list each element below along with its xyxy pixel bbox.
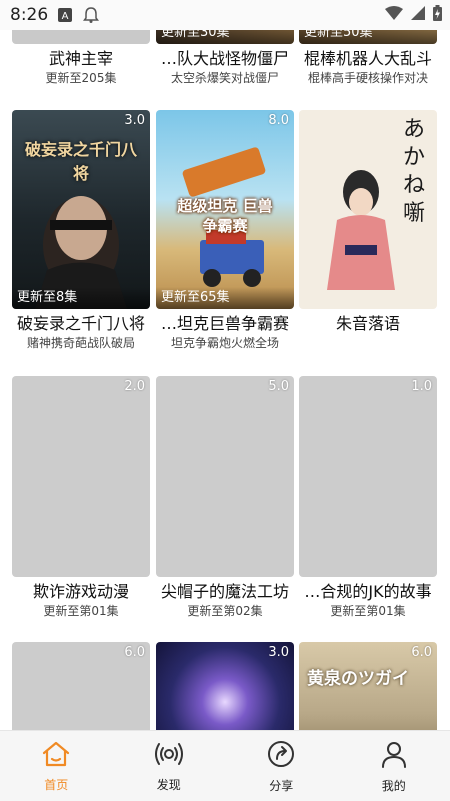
poster-placeholder[interactable]: 6.0 [12, 642, 150, 730]
poster-title-text: 超级坦克 巨兽争霸赛 [174, 196, 276, 236]
video-title[interactable]: 棍棒机器人大乱斗 [299, 48, 437, 70]
video-subtitle: 更新至第01集 [12, 603, 150, 619]
tab-profile[interactable]: 我的 [338, 731, 450, 801]
poster[interactable]: 3.0 [156, 642, 294, 730]
video-title[interactable]: 尖帽子的魔法工坊 [156, 581, 294, 603]
video-title[interactable]: …坦克巨兽争霸赛 [156, 313, 294, 335]
status-bar: 8:26 A [0, 0, 450, 30]
video-subtitle: 更新至第02集 [156, 603, 294, 619]
video-title[interactable]: …合规的JK的故事 [299, 581, 437, 603]
video-title[interactable]: 欺诈游戏动漫 [12, 581, 150, 603]
score-badge: 3.0 [124, 113, 145, 128]
video-card[interactable]: 黄泉のツガイ 6.0 [299, 642, 437, 730]
battery-icon [433, 5, 442, 26]
score-badge: 5.0 [268, 379, 289, 394]
a-notification-icon: A [58, 8, 72, 22]
video-title[interactable]: 武神主宰 [12, 48, 150, 70]
video-card[interactable]: 破妄录之千门八将 3.0 更新至8集 破妄录之千门八将 赌神携奇葩战队破局 [12, 110, 150, 351]
update-badge: 更新至50集 [299, 30, 437, 44]
video-card[interactable]: あかね噺 朱音落语 [299, 110, 437, 351]
broadcast-icon [154, 740, 184, 772]
share-icon [266, 739, 296, 773]
video-title[interactable]: …队大战怪物僵尸 [156, 48, 294, 70]
poster-title-text: 黄泉のツガイ [307, 664, 409, 689]
video-card[interactable]: 更新至30集 …队大战怪物僵尸 太空杀爆笑对战僵尸 [156, 30, 294, 86]
poster[interactable]: 超级坦克 巨兽争霸赛 8.0 更新至65集 [156, 110, 294, 309]
video-card[interactable]: 2.0 欺诈游戏动漫 更新至第01集 [12, 376, 150, 619]
bell-icon [82, 6, 100, 24]
profile-icon [380, 739, 408, 773]
tab-label: 首页 [44, 776, 68, 793]
poster-placeholder[interactable]: 2.0 [12, 376, 150, 577]
video-title[interactable]: 朱音落语 [299, 313, 437, 335]
score-badge: 6.0 [124, 645, 145, 660]
poster-placeholder[interactable]: 1.0 [299, 376, 437, 577]
tab-share[interactable]: 分享 [225, 731, 338, 801]
poster-title-text: 破妄录之千门八将 [22, 136, 140, 184]
video-grid[interactable]: 武神主宰 更新至205集 更新至30集 …队大战怪物僵尸 太空杀爆笑对战僵尸 更… [0, 30, 450, 730]
wifi-icon [385, 5, 403, 25]
video-card[interactable]: 6.0 [12, 642, 150, 730]
poster-title-text: あかね噺 [403, 116, 431, 228]
video-subtitle: 赌神携奇葩战队破局 [12, 335, 150, 351]
poster[interactable]: 更新至50集 [299, 30, 437, 44]
video-subtitle: 坦克争霸炮火燃全场 [156, 335, 294, 351]
tab-label: 发现 [157, 776, 181, 793]
score-badge: 1.0 [411, 379, 432, 394]
tab-label: 我的 [382, 777, 406, 794]
score-badge: 6.0 [411, 645, 432, 660]
signal-icon [411, 5, 425, 25]
video-subtitle: 更新至205集 [12, 70, 150, 86]
bottom-tab-bar: 首页 发现 分享 我的 [0, 730, 450, 801]
video-card[interactable]: 5.0 尖帽子的魔法工坊 更新至第02集 [156, 376, 294, 619]
poster-placeholder[interactable]: 5.0 [156, 376, 294, 577]
update-badge: 更新至8集 [12, 287, 150, 309]
svg-text:A: A [62, 11, 69, 22]
video-subtitle: 太空杀爆笑对战僵尸 [156, 70, 294, 86]
video-subtitle: 更新至第01集 [299, 603, 437, 619]
status-time: 8:26 [10, 5, 48, 25]
video-subtitle: 棍棒高手硬核操作对决 [299, 70, 437, 86]
video-card[interactable]: 武神主宰 更新至205集 [12, 30, 150, 86]
update-badge: 更新至30集 [156, 30, 294, 44]
score-badge: 3.0 [268, 645, 289, 660]
poster[interactable]: あかね噺 [299, 110, 437, 309]
poster[interactable]: 黄泉のツガイ 6.0 [299, 642, 437, 730]
video-card[interactable]: 超级坦克 巨兽争霸赛 8.0 更新至65集 …坦克巨兽争霸赛 坦克争霸炮火燃全场 [156, 110, 294, 351]
video-title[interactable]: 破妄录之千门八将 [12, 313, 150, 335]
video-subtitle [299, 335, 437, 351]
home-icon [41, 740, 71, 772]
video-card[interactable]: 3.0 [156, 642, 294, 730]
poster[interactable] [12, 30, 150, 44]
poster[interactable]: 更新至30集 [156, 30, 294, 44]
video-card[interactable]: 1.0 …合规的JK的故事 更新至第01集 [299, 376, 437, 619]
tab-discover[interactable]: 发现 [113, 731, 226, 801]
score-badge: 8.0 [268, 113, 289, 128]
tab-home[interactable]: 首页 [0, 731, 113, 801]
score-badge: 2.0 [124, 379, 145, 394]
poster[interactable]: 破妄录之千门八将 3.0 更新至8集 [12, 110, 150, 309]
tab-label: 分享 [269, 777, 293, 794]
video-card[interactable]: 更新至50集 棍棒机器人大乱斗 棍棒高手硬核操作对决 [299, 30, 437, 86]
update-badge: 更新至65集 [156, 287, 294, 309]
